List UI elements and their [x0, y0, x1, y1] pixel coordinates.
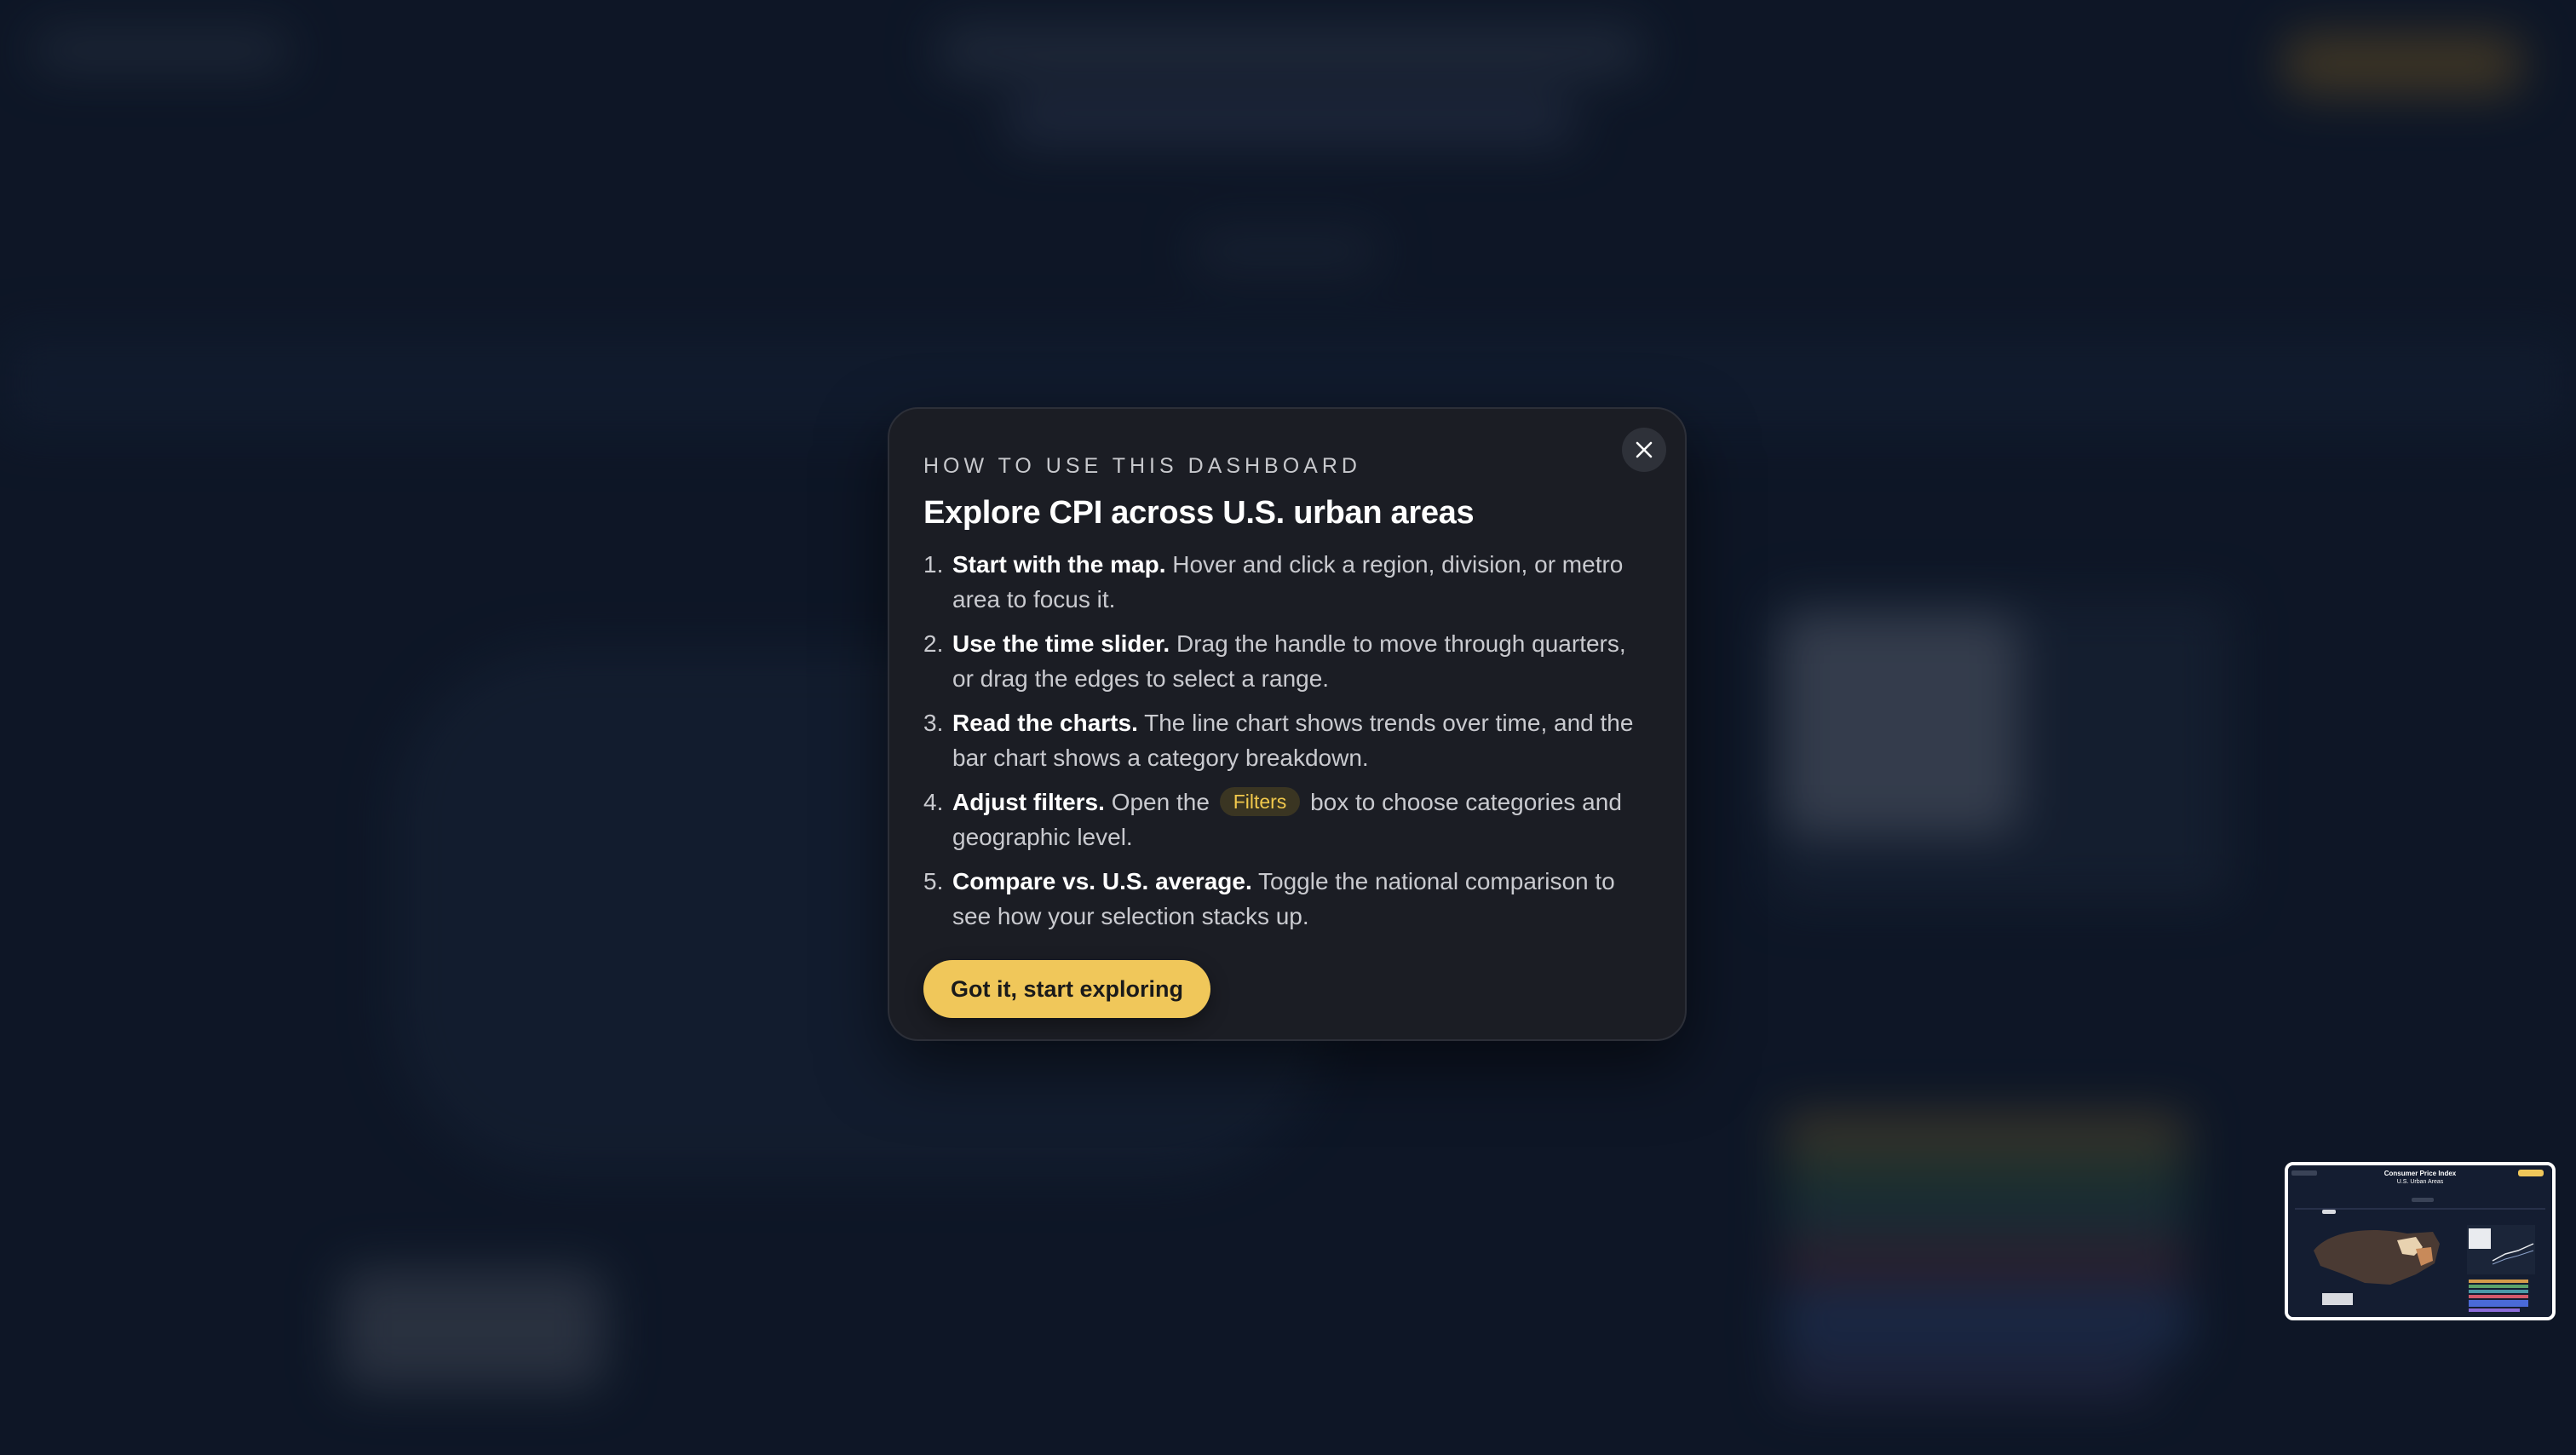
step-number: 3.	[923, 710, 944, 736]
modal-title: Explore CPI across U.S. urban areas	[923, 495, 1475, 531]
onboarding-modal: HOW TO USE THIS DASHBOARD Explore CPI ac…	[888, 407, 1687, 1041]
step-item-compare: 5. Compare vs. U.S. average. Toggle the …	[923, 864, 1651, 934]
step-heading: Compare vs. U.S. average.	[952, 868, 1252, 894]
thumbnail-title: Consumer Price Index	[2384, 1170, 2457, 1177]
step-heading: Adjust filters.	[952, 789, 1105, 815]
steps-list: 1. Start with the map. Hover and click a…	[923, 547, 1651, 934]
step-heading: Start with the map.	[952, 551, 1166, 578]
close-button[interactable]	[1622, 428, 1666, 472]
step-item-map: 1. Start with the map. Hover and click a…	[923, 547, 1651, 617]
dashboard-thumbnail[interactable]: Consumer Price Index U.S. Urban Areas	[2285, 1162, 2556, 1320]
filters-chip: Filters	[1219, 787, 1301, 816]
step-number: 2.	[923, 630, 944, 657]
start-exploring-button[interactable]: Got it, start exploring	[923, 960, 1211, 1018]
step-item-time-slider: 2. Use the time slider. Drag the handle …	[923, 626, 1651, 696]
step-heading: Use the time slider.	[952, 630, 1170, 657]
step-number: 4.	[923, 789, 944, 815]
modal-eyebrow: HOW TO USE THIS DASHBOARD	[923, 454, 1361, 478]
step-number: 1.	[923, 551, 944, 578]
close-icon	[1636, 441, 1653, 458]
step-heading: Read the charts.	[952, 710, 1138, 736]
step-number: 5.	[923, 868, 944, 894]
thumbnail-subtitle: U.S. Urban Areas	[2397, 1179, 2444, 1185]
thumbnail-preview: Consumer Price Index U.S. Urban Areas	[2288, 1165, 2552, 1317]
step-text: Open the	[1104, 789, 1216, 815]
step-item-charts: 3. Read the charts. The line chart shows…	[923, 705, 1651, 775]
step-item-filters: 4. Adjust filters. Open the Filters box …	[923, 785, 1651, 854]
